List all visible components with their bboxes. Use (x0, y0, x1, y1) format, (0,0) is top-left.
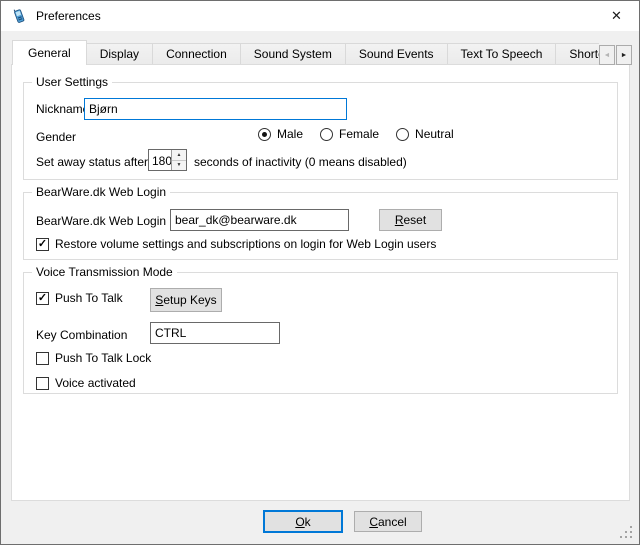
voice-activated-checkbox[interactable] (36, 377, 49, 390)
gender-label: Gender (36, 129, 76, 145)
group-user-settings-title: User Settings (32, 75, 112, 89)
gender-radio-group: Male Female Neutral (258, 127, 454, 141)
restore-volume-checkbox-row[interactable]: ✓ Restore volume settings and subscripti… (36, 237, 436, 251)
radio-neutral-circle (396, 128, 409, 141)
spinner-buttons: ▲ ▼ (171, 150, 186, 170)
radio-neutral[interactable]: Neutral (396, 127, 454, 141)
radio-selected-dot (262, 132, 267, 137)
tab-scroll-left-icon[interactable]: ◄ (599, 45, 615, 65)
tab-sound-system[interactable]: Sound System (240, 43, 346, 65)
tab-sound-events[interactable]: Sound Events (345, 43, 448, 65)
group-voice-transmission-title: Voice Transmission Mode (32, 265, 177, 279)
away-seconds-spinner[interactable]: ▲ ▼ (148, 149, 187, 171)
radio-male-label: Male (277, 127, 303, 141)
nickname-label: Nickname (36, 101, 89, 117)
tab-general[interactable]: General (12, 40, 87, 65)
radio-female[interactable]: Female (320, 127, 379, 141)
spin-up-icon[interactable]: ▲ (172, 150, 186, 161)
key-combination-input[interactable] (150, 322, 280, 344)
cancel-button[interactable]: Cancel (354, 511, 422, 532)
nickname-input[interactable] (84, 98, 347, 120)
tab-shortcuts[interactable]: Shortcuts (555, 43, 599, 65)
spin-down-icon[interactable]: ▼ (172, 161, 186, 171)
away-suffix-label: seconds of inactivity (0 means disabled) (194, 154, 407, 170)
tab-scroll-right-icon[interactable]: ► (616, 45, 632, 65)
push-to-talk-lock-label: Push To Talk Lock (55, 351, 151, 365)
group-web-login-title: BearWare.dk Web Login (32, 185, 170, 199)
radio-female-label: Female (339, 127, 379, 141)
push-to-talk-checkbox-row[interactable]: ✓ Push To Talk (36, 291, 123, 305)
tab-connection[interactable]: Connection (152, 43, 241, 65)
setup-keys-button[interactable]: Setup Keys (150, 288, 222, 312)
window-title: Preferences (36, 9, 101, 23)
radio-male-circle (258, 128, 271, 141)
away-seconds-input[interactable] (149, 150, 171, 170)
push-to-talk-lock-checkbox[interactable] (36, 352, 49, 365)
restore-volume-checkbox[interactable]: ✓ (36, 238, 49, 251)
group-user-settings: User Settings Nickname Gender Male Femal… (23, 82, 618, 180)
voice-activated-checkbox-row[interactable]: Voice activated (36, 376, 136, 390)
push-to-talk-label: Push To Talk (55, 291, 123, 305)
resize-grip[interactable] (620, 526, 632, 538)
tab-display[interactable]: Display (86, 43, 153, 65)
tab-text-to-speech[interactable]: Text To Speech (447, 43, 557, 65)
title-bar[interactable]: Preferences ✕ (1, 1, 639, 31)
push-to-talk-checkbox[interactable]: ✓ (36, 292, 49, 305)
radio-neutral-label: Neutral (415, 127, 454, 141)
preferences-dialog: Preferences ✕ General Display Connection… (0, 0, 640, 545)
app-icon (11, 8, 27, 24)
group-web-login: BearWare.dk Web Login BearWare.dk Web Lo… (23, 192, 618, 260)
radio-female-circle (320, 128, 333, 141)
push-to-talk-lock-checkbox-row[interactable]: Push To Talk Lock (36, 351, 151, 365)
voice-activated-label: Voice activated (55, 376, 136, 390)
radio-male[interactable]: Male (258, 127, 303, 141)
web-login-id-label: BearWare.dk Web Login ID (36, 213, 181, 229)
web-login-id-input[interactable] (170, 209, 349, 231)
tab-bar: General Display Connection Sound System … (12, 40, 599, 65)
restore-volume-label: Restore volume settings and subscription… (55, 237, 436, 251)
reset-button[interactable]: Reset (379, 209, 442, 231)
close-icon[interactable]: ✕ (594, 1, 639, 31)
away-label: Set away status after (36, 154, 148, 170)
general-tab-pane: User Settings Nickname Gender Male Femal… (11, 64, 630, 501)
ok-button[interactable]: Ok (263, 510, 343, 533)
key-combination-label: Key Combination (36, 327, 127, 343)
group-voice-transmission: Voice Transmission Mode ✓ Push To Talk S… (23, 272, 618, 394)
dialog-footer: Ok Cancel (1, 499, 639, 544)
